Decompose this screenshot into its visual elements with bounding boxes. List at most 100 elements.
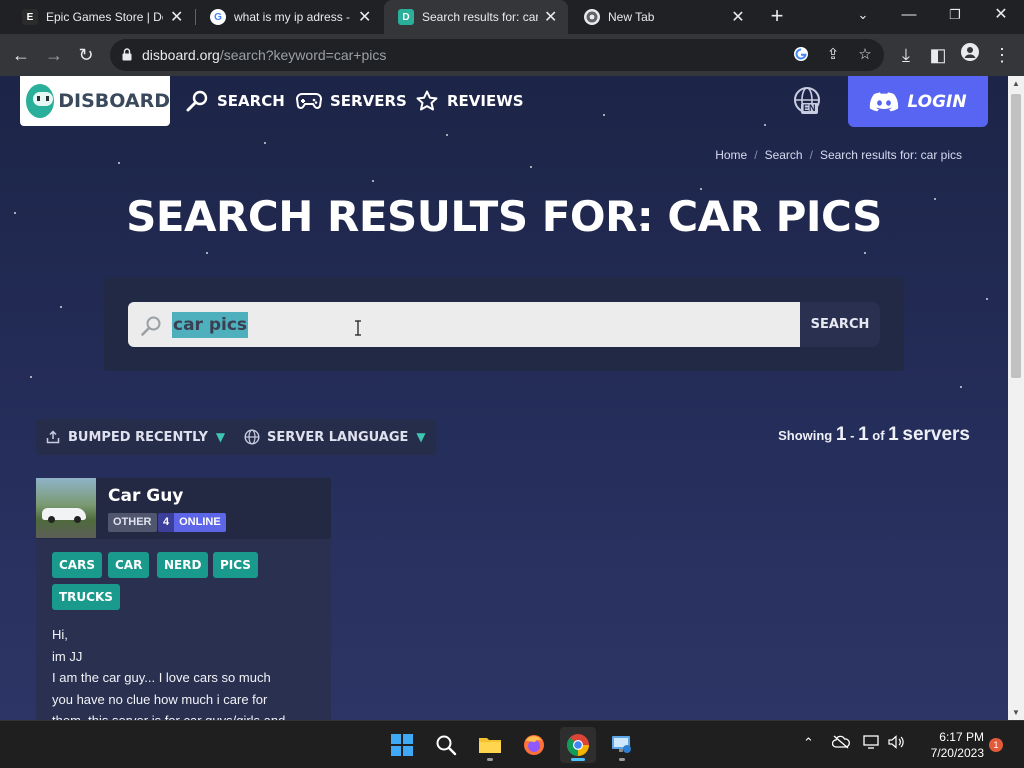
forward-button[interactable]: → xyxy=(42,43,66,67)
start-button[interactable] xyxy=(384,727,420,763)
nav-label: REVIEWS xyxy=(447,92,524,110)
restore-button[interactable]: ❐ xyxy=(932,0,978,34)
chrome-app[interactable] xyxy=(560,727,596,763)
nav-reviews[interactable]: REVIEWS xyxy=(415,88,524,114)
nav-label: SEARCH xyxy=(217,92,285,110)
menu-kebab-icon[interactable]: ⋮ xyxy=(990,43,1014,67)
firefox-app[interactable] xyxy=(516,727,552,763)
close-tab-icon[interactable]: ✕ xyxy=(357,7,372,27)
breadcrumb-home[interactable]: Home xyxy=(715,148,747,162)
minimize-button[interactable]: — xyxy=(886,0,932,34)
search-panel: car pics SEARCH xyxy=(104,277,904,371)
description-line: I am the car guy... I love cars so much xyxy=(52,670,271,685)
close-window-button[interactable]: ✕ xyxy=(978,0,1024,34)
close-tab-icon[interactable]: ✕ xyxy=(169,7,184,27)
language-label: SERVER LANGUAGE xyxy=(267,429,409,445)
side-panel-icon[interactable]: ◧ xyxy=(926,43,950,67)
windows-logo-icon xyxy=(391,734,413,756)
cloud-sync-icon[interactable] xyxy=(831,735,850,752)
volume-icon[interactable] xyxy=(888,735,904,752)
browser-tab-strip: E Epic Games Store | Dov ✕ G what is my … xyxy=(0,0,1024,34)
tag-nerd[interactable]: NERD xyxy=(157,552,209,578)
clock-time: 6:17 PM xyxy=(939,730,984,744)
close-tab-icon[interactable]: ✕ xyxy=(544,7,559,27)
notification-badge[interactable]: 1 xyxy=(989,738,1003,752)
tag-cars[interactable]: CARS xyxy=(52,552,102,578)
login-button[interactable]: LOGIN xyxy=(848,76,988,127)
page-content: DISBOARD SEARCH SERVERS REVIEWS EN LOGIN… xyxy=(0,76,1008,720)
description-line: you have no clue how much i care for xyxy=(52,691,268,707)
reload-button[interactable]: ↻ xyxy=(74,43,98,67)
search-icon xyxy=(186,90,208,112)
nav-servers[interactable]: SERVERS xyxy=(296,88,407,114)
tab-disboard-search[interactable]: D Search results for: car p ✕ xyxy=(384,0,568,34)
tab-new-tab[interactable]: New Tab ✕ xyxy=(570,0,756,34)
server-avatar[interactable] xyxy=(36,478,96,538)
star-decoration xyxy=(206,252,208,254)
gamepad-icon xyxy=(296,93,322,109)
google-icon: G xyxy=(210,9,226,25)
network-icon[interactable] xyxy=(863,735,881,752)
tab-title: New Tab xyxy=(608,10,655,24)
bump-icon xyxy=(46,430,60,444)
scrollbar-thumb[interactable] xyxy=(1011,94,1021,378)
new-tab-button[interactable]: + xyxy=(766,5,788,28)
sort-label: BUMPED RECENTLY xyxy=(68,429,208,445)
page-scrollbar[interactable]: ▲ ▼ xyxy=(1008,76,1024,720)
disboard-logo[interactable]: DISBOARD xyxy=(20,76,170,126)
search-field[interactable]: car pics xyxy=(128,302,800,347)
results-total: 1 xyxy=(888,424,899,445)
scroll-down-arrow-icon[interactable]: ▼ xyxy=(1012,708,1020,717)
taskbar-clock[interactable]: 6:17 PM 7/20/2023 xyxy=(912,729,984,761)
page-title: SEARCH RESULTS FOR: CAR PICS xyxy=(126,192,882,241)
tab-google-ip[interactable]: G what is my ip adress - G ✕ xyxy=(196,0,382,34)
star-decoration xyxy=(603,114,605,116)
tag-car[interactable]: CAR xyxy=(108,552,150,578)
online-count: 4 xyxy=(158,513,175,532)
running-indicator xyxy=(571,758,585,761)
bookmark-star-icon[interactable]: ☆ xyxy=(856,46,874,64)
nav-search[interactable]: SEARCH xyxy=(185,88,285,114)
profile-avatar-icon[interactable] xyxy=(958,43,982,67)
results-count: Showing 1 - 1 of 1 servers xyxy=(778,424,970,446)
language-code: EN xyxy=(801,103,818,114)
firefox-icon xyxy=(524,735,544,755)
server-language-dropdown[interactable]: SERVER LANGUAGE ▼ xyxy=(234,419,436,455)
online-label: ONLINE xyxy=(174,513,226,532)
back-button[interactable]: ← xyxy=(9,43,33,67)
download-icon[interactable]: ⤓ xyxy=(894,43,918,67)
tab-epic-games[interactable]: E Epic Games Store | Dov ✕ xyxy=(8,0,194,34)
taskbar-search-button[interactable] xyxy=(428,727,464,763)
results-dash: - xyxy=(850,428,855,443)
running-indicator xyxy=(487,758,493,761)
search-submit-button[interactable]: SEARCH xyxy=(800,302,880,347)
language-selector[interactable]: EN xyxy=(792,86,822,116)
scroll-up-arrow-icon[interactable]: ▲ xyxy=(1012,79,1020,88)
folder-icon xyxy=(479,738,501,753)
google-lens-icon[interactable] xyxy=(792,46,810,64)
file-explorer-app[interactable] xyxy=(472,727,508,763)
star-decoration xyxy=(446,134,448,136)
tag-pics[interactable]: PICS xyxy=(213,552,258,578)
chrome-icon xyxy=(584,9,600,25)
breadcrumb-search[interactable]: Search xyxy=(765,148,803,162)
car-wheel xyxy=(74,516,81,523)
sort-dropdown[interactable]: BUMPED RECENTLY ▼ xyxy=(36,419,236,455)
url-path: /search?keyword=car+pics xyxy=(219,47,387,63)
address-bar[interactable]: disboard.org/search?keyword=car+pics ⇪ ☆ xyxy=(110,39,884,71)
server-description: Hi, im JJ I am the car guy... I love car… xyxy=(52,624,322,720)
search-icon xyxy=(141,316,161,336)
remote-desktop-app[interactable] xyxy=(604,727,640,763)
clock-date: 7/20/2023 xyxy=(930,746,984,760)
breadcrumb-separator: / xyxy=(754,148,758,162)
tag-trucks[interactable]: TRUCKS xyxy=(52,584,120,610)
star-icon xyxy=(416,90,438,111)
tab-search-chevron-icon[interactable]: ⌄ xyxy=(840,0,886,34)
description-line: them. this server is for car guys/girls … xyxy=(52,710,322,720)
server-category-badge[interactable]: OTHER xyxy=(108,513,157,532)
show-hidden-icons-chevron[interactable]: ⌃ xyxy=(803,735,814,751)
search-input[interactable]: car pics xyxy=(172,312,249,338)
server-name[interactable]: Car Guy xyxy=(108,486,183,506)
share-icon[interactable]: ⇪ xyxy=(824,46,842,64)
close-tab-icon[interactable]: ✕ xyxy=(730,7,746,27)
